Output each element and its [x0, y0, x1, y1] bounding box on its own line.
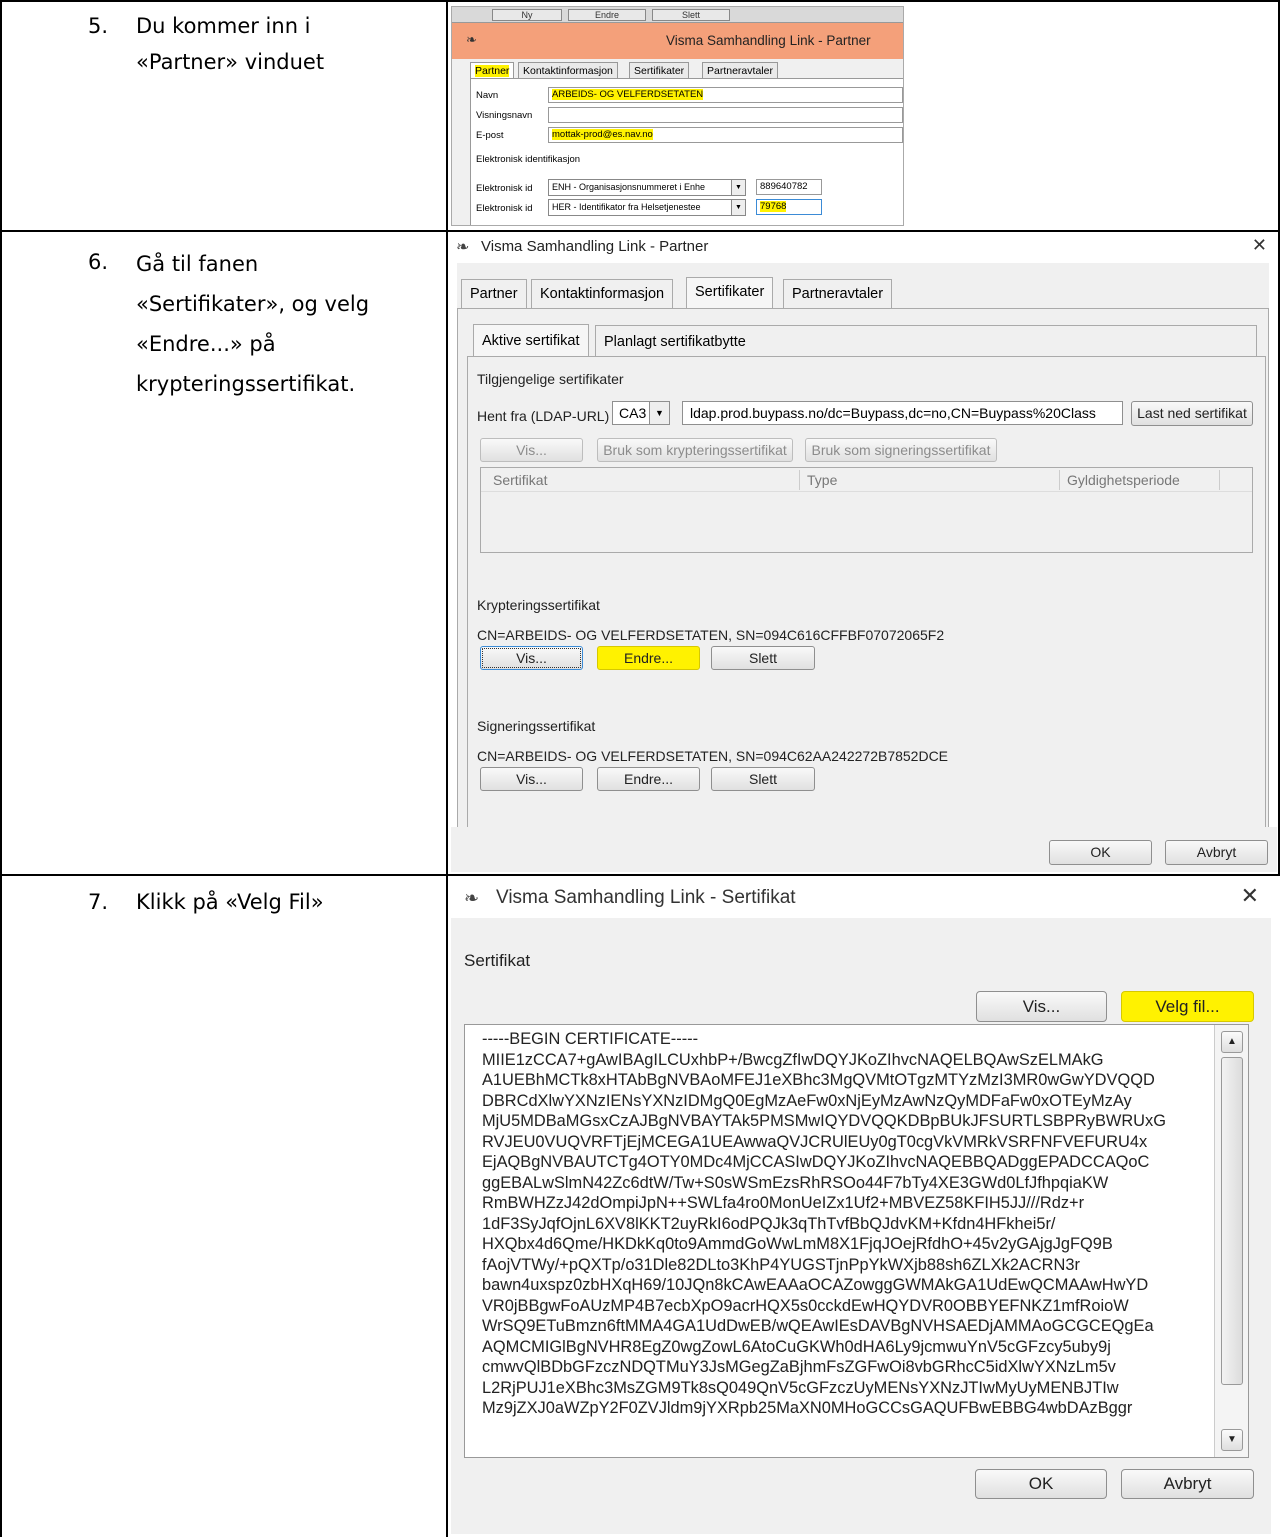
signing-endre-button[interactable]: Endre... [597, 767, 700, 791]
step-number: 7. [88, 890, 109, 914]
eid-heading: Elektronisk identifikasjon [476, 154, 581, 165]
visma-logo-icon: ❧ [466, 32, 477, 47]
chevron-down-icon: ▼ [649, 402, 669, 424]
active-certificates-panel: Tilgjengelige sertifikater Hent fra (LDA… [467, 356, 1266, 858]
visningsnavn-label: Visningsnavn [476, 110, 533, 121]
table-column-divider [446, 0, 448, 1537]
table-border-top [0, 0, 1280, 2]
encryption-value: CN=ARBEIDS- OG VELFERDSETATEN, SN=094C61… [477, 627, 945, 643]
column-header[interactable]: Sertifikat [493, 472, 547, 488]
subtab-planlagt-sertifikatbytte[interactable]: Planlagt sertifikatbytte [595, 325, 1257, 357]
choose-file-button[interactable]: Velg fil... [1121, 991, 1254, 1022]
scrollbar-thumb[interactable] [1221, 1057, 1243, 1385]
eid1-label: Elektronisk id [476, 183, 533, 194]
eid2-type-select[interactable]: HER - Identifikator fra Helsetjenestee ▼ [548, 199, 746, 216]
step-text: Du kommer inn i «Partner» vinduet [136, 14, 325, 74]
subtab-aktive-sertifikat[interactable]: Aktive sertifikat [473, 324, 589, 357]
encryption-slett-button[interactable]: Slett [711, 646, 815, 670]
use-as-encryption-button[interactable]: Bruk som krypteringssertifikat [597, 438, 793, 462]
available-heading: Tilgjengelige sertifikater [477, 371, 624, 387]
certificate-window-screenshot: ❧ Visma Samhandling Link - Sertifikat ✕ … [451, 878, 1277, 1534]
eid1-type-select[interactable]: ENH - Organisasjonsnummeret i Enhe ▼ [548, 179, 746, 196]
table-border-left [0, 0, 2, 1537]
tab-partner[interactable]: Partner [470, 62, 515, 79]
tab-sertifikater[interactable]: Sertifikater [686, 277, 774, 309]
partner-panel: Navn ARBEIDS- OG VELFERDSETATEN Visnings… [470, 78, 903, 225]
chevron-down-icon: ▼ [731, 200, 745, 215]
window-title: Visma Samhandling Link - Partner [666, 33, 871, 48]
column-separator [799, 470, 800, 490]
scroll-up-icon[interactable]: ▲ [1221, 1031, 1243, 1053]
encryption-heading: Krypteringssertifikat [477, 597, 600, 613]
new-button[interactable]: Ny [492, 9, 562, 21]
dialog-footer [451, 827, 1277, 872]
delete-button[interactable]: Slett [652, 9, 730, 21]
signing-vis-button[interactable]: Vis... [480, 767, 583, 791]
column-header[interactable]: Type [807, 472, 837, 488]
cancel-button[interactable]: Avbryt [1121, 1469, 1254, 1499]
tab-kontaktinformasjon[interactable]: Kontaktinformasjon [518, 62, 618, 79]
scroll-down-icon[interactable]: ▼ [1221, 1429, 1243, 1451]
ldap-url-input[interactable]: ldap.prod.buypass.no/dc=Buypass,dc=no,CN… [682, 401, 1123, 425]
vis-button[interactable]: Vis... [480, 438, 583, 462]
signing-value: CN=ARBEIDS- OG VELFERDSETATEN, SN=094C62… [477, 748, 949, 764]
window-title: Visma Samhandling Link - Partner [481, 238, 709, 255]
epost-label: E-post [476, 130, 504, 141]
navn-field[interactable]: ARBEIDS- OG VELFERDSETATEN [548, 87, 903, 103]
column-separator [1219, 470, 1220, 490]
tab-partner[interactable]: Partner [461, 279, 527, 309]
tab-kontaktinformasjon[interactable]: Kontaktinformasjon [531, 279, 674, 309]
encryption-endre-button[interactable]: Endre... [597, 646, 700, 670]
signing-slett-button[interactable]: Slett [711, 767, 815, 791]
toolbar-strip: Ny Endre Slett [452, 7, 903, 23]
tab-partneravtaler[interactable]: Partneravtaler [702, 62, 778, 79]
certificate-textarea[interactable]: -----BEGIN CERTIFICATE----- MIIE1zCCA7+g… [464, 1024, 1249, 1458]
hent-label: Hent fra (LDAP-URL) [477, 408, 610, 424]
encryption-vis-button[interactable]: Vis... [480, 646, 583, 670]
window-title: Visma Samhandling Link - Sertifikat [496, 887, 796, 908]
chevron-down-icon: ▼ [731, 180, 745, 195]
navn-label: Navn [476, 90, 499, 101]
tab-sertifikater[interactable]: Sertifikater [629, 62, 690, 79]
step-text: Gå til fanen «Sertifikater», og velg «En… [136, 252, 370, 396]
step-number: 5. [88, 14, 109, 38]
certificate-label: Sertifikat [464, 951, 531, 970]
column-header[interactable]: Gyldighetsperiode [1067, 472, 1180, 488]
ldap-source-select[interactable]: CA3 ▼ [612, 401, 670, 425]
table-header: Sertifikat Type Gyldighetsperiode [481, 468, 1252, 492]
signing-heading: Signeringssertifikat [477, 718, 596, 734]
close-icon[interactable]: ✕ [1252, 235, 1267, 256]
eid2-value-field[interactable]: 79768 [756, 199, 822, 215]
visningsnavn-field[interactable] [548, 107, 903, 123]
cancel-button[interactable]: Avbryt [1165, 840, 1268, 865]
visma-logo-icon: ❧ [464, 888, 480, 908]
use-as-signing-button[interactable]: Bruk som signeringssertifikat [805, 438, 997, 462]
eid1-value-field[interactable]: 889640782 [756, 179, 822, 195]
step-number: 6. [88, 250, 109, 274]
vertical-scrollbar[interactable]: ▲ ▼ [1214, 1025, 1248, 1457]
eid2-label: Elektronisk id [476, 203, 533, 214]
download-certificate-button[interactable]: Last ned sertifikat [1131, 401, 1253, 426]
certificate-table: Sertifikat Type Gyldighetsperiode [480, 467, 1253, 553]
dialog-body: Partner Kontaktinformasjon Sertifikater … [457, 263, 1269, 868]
close-icon[interactable]: ✕ [1241, 883, 1259, 909]
vis-button[interactable]: Vis... [976, 991, 1107, 1022]
partner-certificates-screenshot: ❧ Visma Samhandling Link - Partner ✕ Par… [451, 233, 1277, 872]
visma-logo-icon: ❧ [456, 239, 470, 256]
epost-field[interactable]: mottak-prod@es.nav.no [548, 127, 903, 143]
title-bar: ❧ Visma Samhandling Link - Partner [452, 23, 903, 59]
certificate-text: -----BEGIN CERTIFICATE----- MIIE1zCCA7+g… [482, 1030, 1166, 1417]
tab-partneravtaler[interactable]: Partneravtaler [783, 279, 893, 309]
table-row-divider [0, 230, 1280, 232]
table-row-divider [0, 874, 1280, 876]
edit-button[interactable]: Endre [568, 9, 646, 21]
column-separator [1059, 470, 1060, 490]
ok-button[interactable]: OK [975, 1469, 1107, 1499]
step-text: Klikk på «Velg Fil» [136, 890, 324, 914]
ok-button[interactable]: OK [1049, 840, 1152, 865]
partner-window-screenshot: Ny Endre Slett ❧ Visma Samhandling Link … [451, 6, 904, 226]
